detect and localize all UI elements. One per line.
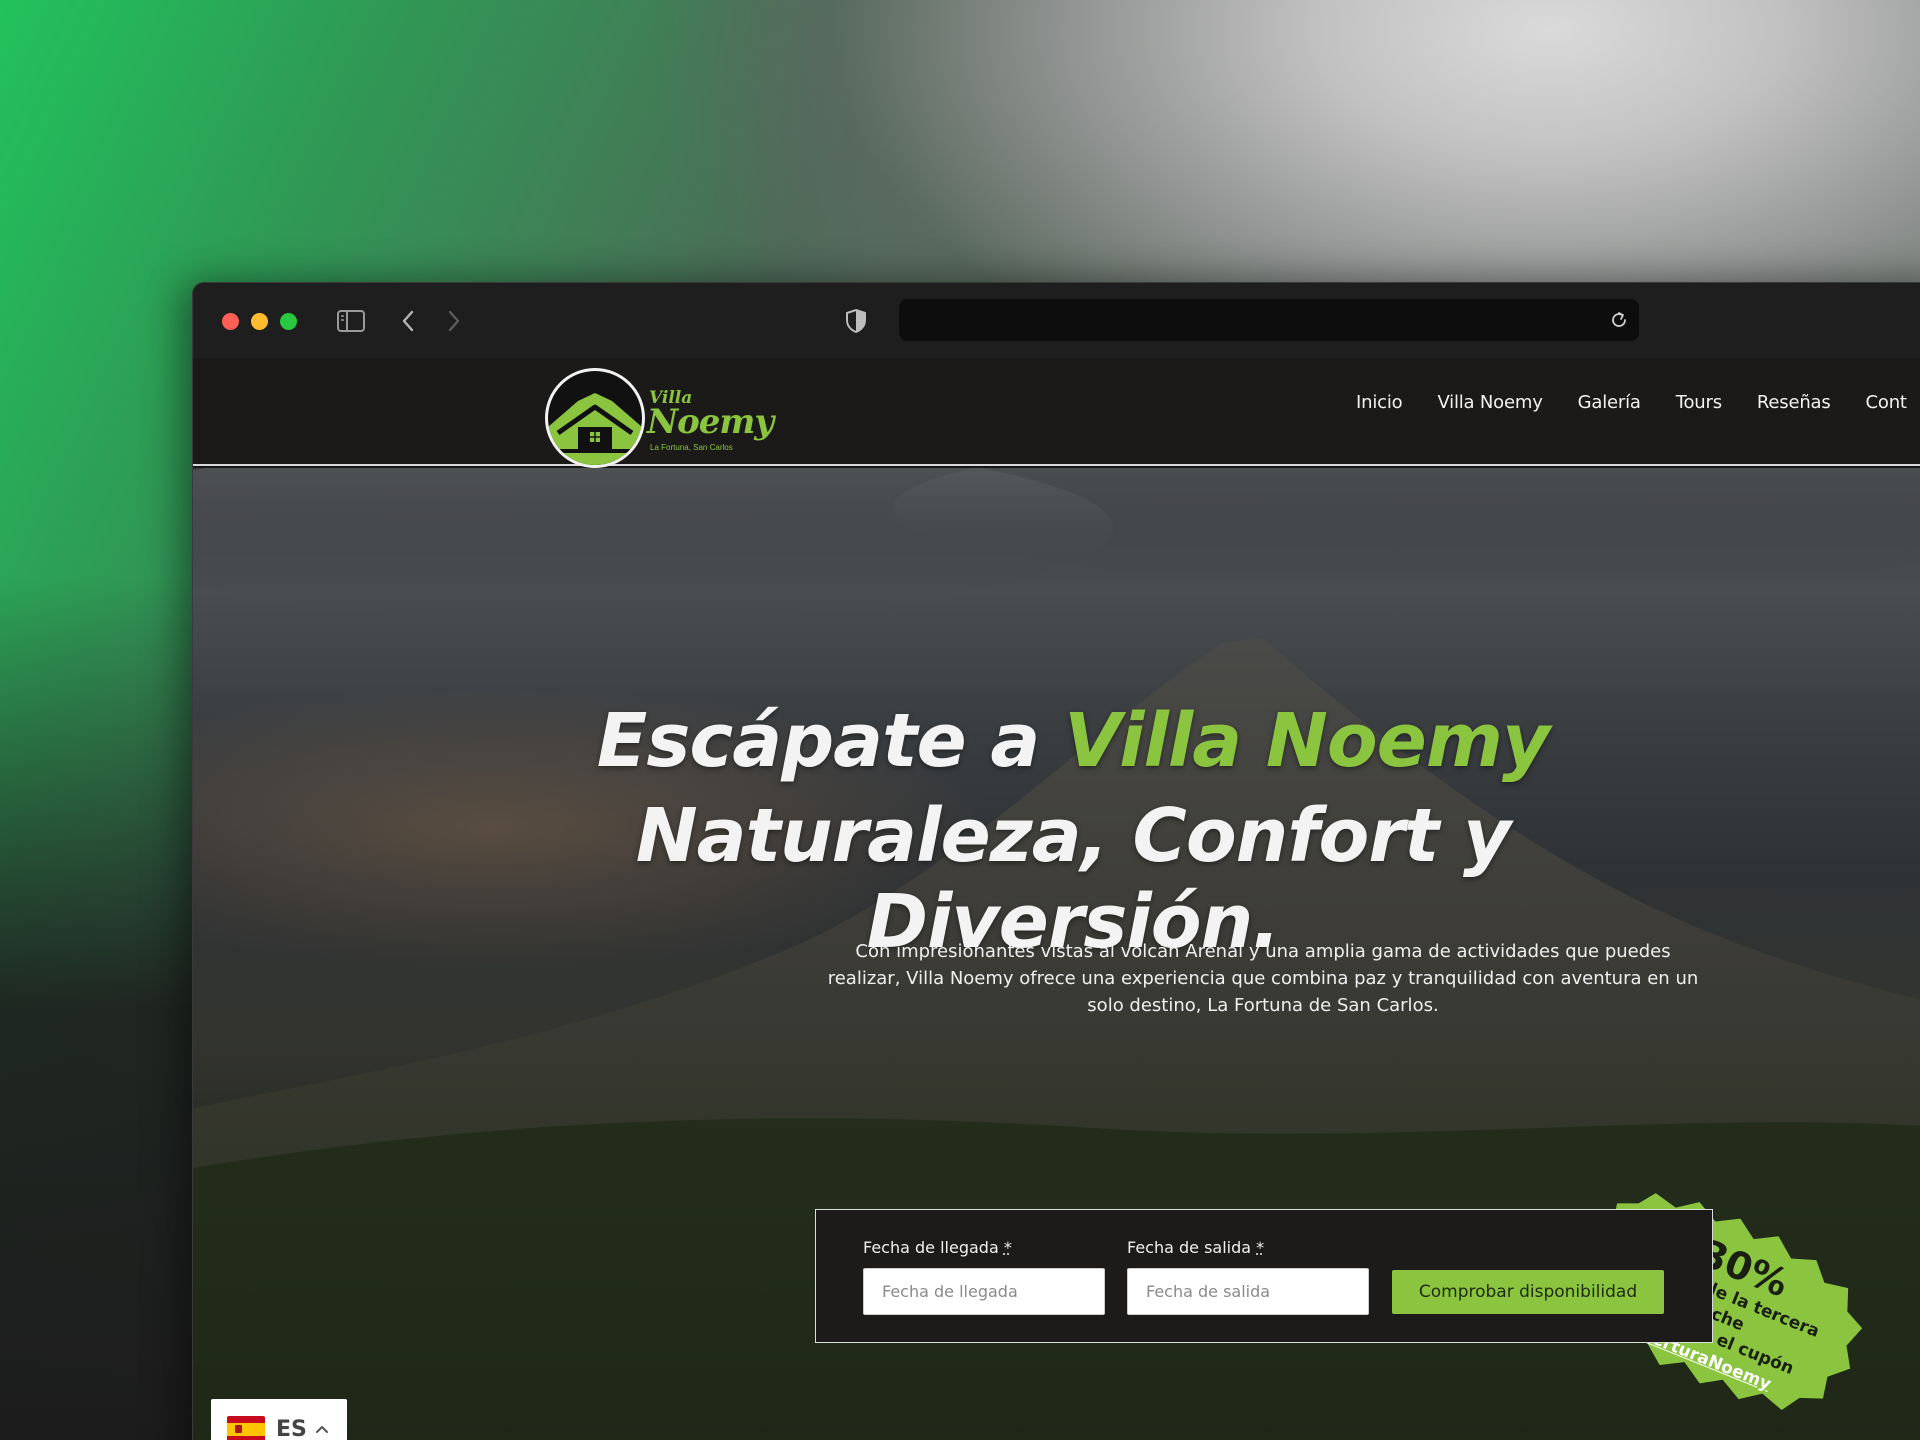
required-marker: * bbox=[1003, 1238, 1012, 1257]
back-arrow-icon[interactable] bbox=[393, 303, 423, 339]
browser-titlebar bbox=[193, 283, 1920, 358]
main-nav: Inicio Villa Noemy Galería Tours Reseñas… bbox=[1356, 392, 1920, 413]
language-switcher[interactable]: ES bbox=[211, 1399, 347, 1440]
villa-noemy-logo[interactable]: Villa Noemy La Fortuna, San Carlos bbox=[545, 368, 775, 472]
arrival-date-label-text: Fecha de llegada bbox=[863, 1238, 999, 1257]
nav-item-contacto[interactable]: Cont bbox=[1866, 392, 1907, 413]
nav-item-inicio[interactable]: Inicio bbox=[1356, 392, 1403, 413]
logo-house-emblem bbox=[545, 368, 645, 468]
nav-item-resenas[interactable]: Reseñas bbox=[1757, 392, 1831, 413]
booking-form: Fecha de llegada * Fecha de salida * Com… bbox=[815, 1209, 1713, 1343]
address-bar[interactable] bbox=[899, 299, 1639, 341]
hero-description: Con impresionantes vistas al volcán Aren… bbox=[827, 941, 1699, 1016]
hero-title-accent: Villa Noemy bbox=[1064, 698, 1550, 784]
logo-subtitle: La Fortuna, San Carlos bbox=[650, 443, 733, 452]
chevron-up-icon bbox=[315, 1422, 329, 1436]
browser-window: Villa Noemy La Fortuna, San Carlos Inici… bbox=[192, 282, 1920, 1440]
arrival-date-field[interactable] bbox=[863, 1268, 1105, 1315]
nav-item-villa-noemy[interactable]: Villa Noemy bbox=[1437, 392, 1542, 413]
check-availability-button[interactable]: Comprobar disponibilidad bbox=[1392, 1270, 1664, 1314]
departure-date-field[interactable] bbox=[1127, 1268, 1369, 1315]
close-window-button[interactable] bbox=[222, 313, 239, 330]
spain-flag-icon bbox=[227, 1416, 265, 1440]
required-marker: * bbox=[1256, 1238, 1265, 1257]
site-header: Villa Noemy La Fortuna, San Carlos Inici… bbox=[193, 358, 1920, 468]
nav-item-galeria[interactable]: Galería bbox=[1578, 392, 1641, 413]
departure-date-label-text: Fecha de salida bbox=[1127, 1238, 1252, 1257]
arrival-date-label: Fecha de llegada * bbox=[863, 1238, 1012, 1257]
reload-icon[interactable] bbox=[1607, 308, 1631, 332]
language-code: ES bbox=[276, 1416, 307, 1440]
privacy-shield-icon[interactable] bbox=[841, 303, 871, 339]
departure-date-label: Fecha de salida * bbox=[1127, 1238, 1264, 1257]
minimize-window-button[interactable] bbox=[251, 313, 268, 330]
nav-item-tours[interactable]: Tours bbox=[1676, 392, 1722, 413]
logo-noemy-text: Noemy bbox=[647, 402, 774, 442]
hero-title-prefix: Escápate a bbox=[596, 698, 1065, 784]
sidebar-toggle-icon[interactable] bbox=[333, 303, 369, 339]
forward-arrow-icon[interactable] bbox=[439, 303, 469, 339]
hero-title-line-1: Escápate a Villa Noemy bbox=[433, 698, 1713, 784]
maximize-window-button[interactable] bbox=[280, 313, 297, 330]
